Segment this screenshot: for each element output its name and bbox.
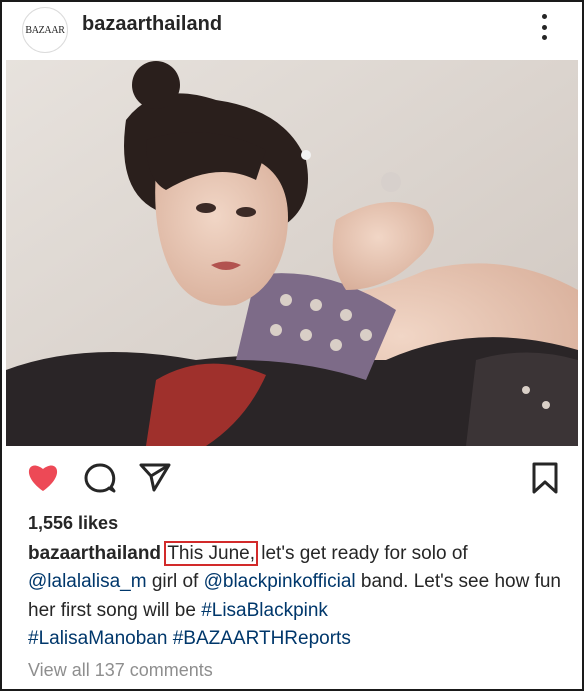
mention-link[interactable]: @blackpinkofficial — [204, 571, 356, 592]
view-comments-link[interactable]: View all 137 comments — [28, 660, 213, 681]
avatar-logo-text: BAZAAR — [25, 24, 65, 36]
bookmark-icon[interactable] — [530, 461, 560, 500]
heart-icon[interactable] — [26, 461, 60, 498]
hashtag-link[interactable]: #LalisaManoban — [28, 628, 167, 649]
comment-icon[interactable] — [83, 461, 117, 500]
hashtag-link[interactable]: #BAZAARTHReports — [173, 628, 351, 649]
caption-text: let's get ready for solo of — [255, 543, 468, 564]
mention-link[interactable]: @lalalalisa_m — [28, 571, 147, 592]
instagram-post: BAZAAR bazaarthailand 1,556 likes bazaar… — [0, 0, 584, 691]
more-vertical-icon[interactable] — [533, 12, 555, 42]
caption-highlight: This June, — [164, 541, 258, 566]
post-caption: bazaarthailand This June, let's get read… — [28, 540, 568, 653]
caption-text: girl of — [146, 571, 204, 593]
portrait-illustration — [6, 60, 578, 446]
post-username[interactable]: bazaarthailand — [82, 13, 222, 36]
likes-count[interactable]: 1,556 likes — [28, 513, 118, 534]
paper-plane-icon[interactable] — [138, 461, 172, 498]
avatar[interactable]: BAZAAR — [22, 7, 68, 53]
post-header: BAZAAR bazaarthailand — [2, 2, 582, 54]
hashtag-link[interactable]: #LisaBlackpink — [201, 600, 328, 621]
post-photo[interactable] — [6, 60, 578, 446]
caption-username[interactable]: bazaarthailand — [28, 543, 161, 564]
action-bar — [2, 458, 582, 498]
